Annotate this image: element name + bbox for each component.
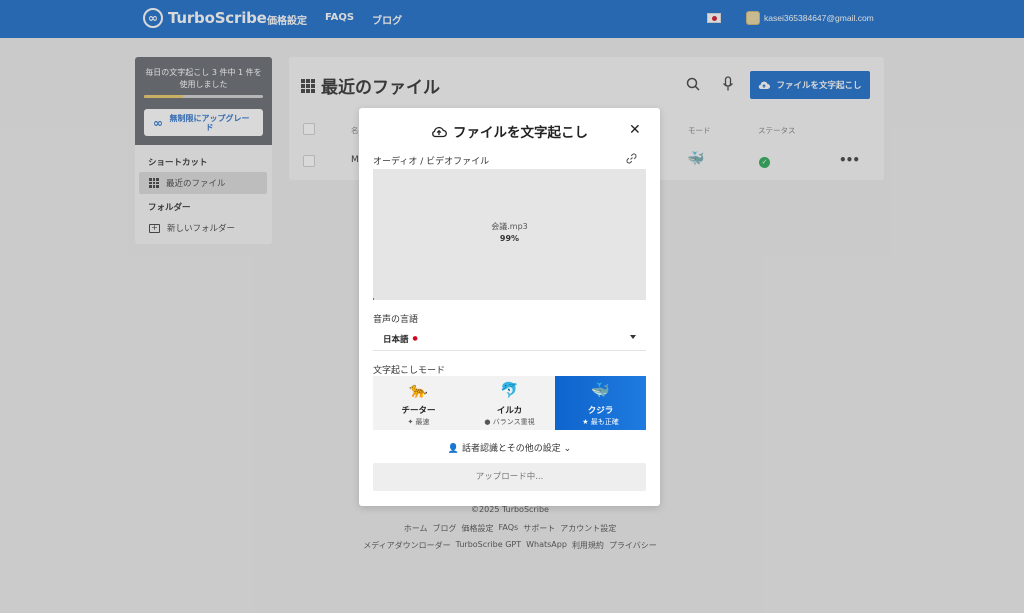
mode-label: 文字起こしモード [373, 366, 446, 376]
whale-icon: 🐳 [591, 381, 610, 399]
mode-name: イルカ [496, 406, 523, 416]
uploaded-file-name: 会議.mp3 [491, 222, 528, 231]
mode-description: ★ 最も正確 [582, 418, 619, 426]
mode-selector: 🐆 チーター ✦ 最速 🐬 イルカ ● バランス重視 🐳 クジラ ★ 最も正確 [373, 376, 646, 430]
mode-description: ✦ 最速 [407, 418, 430, 426]
mode-option-whale[interactable]: 🐳 クジラ ★ 最も正確 [555, 376, 646, 430]
upload-progress-bar [373, 298, 375, 300]
close-icon[interactable]: ✕ [629, 122, 641, 138]
modal-title-text: ファイルを文字起こし [453, 125, 588, 141]
required-indicator: ● [412, 335, 418, 342]
cheetah-icon: 🐆 [409, 381, 428, 399]
mode-option-dolphin[interactable]: 🐬 イルカ ● バランス重視 [464, 376, 555, 430]
uploading-button[interactable]: アップロード中... [373, 463, 646, 491]
speaker-icon: 👤 [447, 444, 460, 454]
chevron-down-icon [630, 335, 636, 339]
mode-option-cheetah[interactable]: 🐆 チーター ✦ 最速 [373, 376, 464, 430]
transcribe-modal: ファイルを文字起こし ✕ オーディオ / ビデオファイル 会議.mp3 99% … [359, 108, 660, 506]
mode-description: ● バランス重視 [484, 418, 535, 426]
file-dropzone[interactable]: 会議.mp3 99% [373, 169, 646, 300]
language-select[interactable]: 日本語 ● [373, 327, 646, 351]
modal-title: ファイルを文字起こし [359, 121, 660, 141]
advanced-settings-label: 話者認識とその他の設定 [461, 444, 561, 454]
language-label: 音声の言語 [373, 315, 419, 325]
chevron-down-icon: ⌄ [563, 444, 572, 454]
link-icon[interactable] [626, 153, 637, 164]
advanced-settings-toggle[interactable]: 👤 話者認識とその他の設定 ⌄ [359, 441, 660, 454]
cloud-upload-icon [432, 126, 447, 138]
dolphin-icon: 🐬 [500, 381, 519, 399]
upload-percentage: 99% [499, 234, 520, 243]
mode-name: チーター [401, 406, 436, 416]
audio-file-label: オーディオ / ビデオファイル [373, 157, 490, 167]
mode-name: クジラ [587, 406, 614, 416]
language-value: 日本語 [383, 334, 409, 345]
